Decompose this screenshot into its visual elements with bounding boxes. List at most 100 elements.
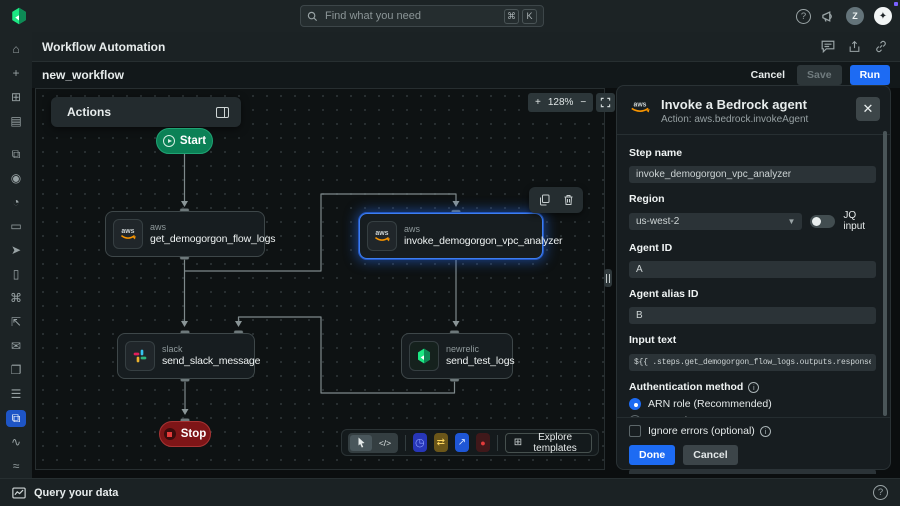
code-view-icon[interactable]: </> (374, 435, 396, 451)
sidebar-item-stacks-icon[interactable]: ☰ (6, 386, 26, 403)
svg-text:aws: aws (634, 102, 647, 109)
workflow-title: new_workflow (42, 68, 124, 82)
panel-scrollbar[interactable] (883, 131, 887, 416)
close-icon[interactable]: ✕ (856, 97, 880, 121)
node-service-label: aws (150, 222, 275, 233)
feedback-comment-icon[interactable] (821, 40, 835, 53)
node-service-label: aws (404, 224, 562, 235)
sidebar-item-dashboards-icon[interactable]: ◔ (6, 194, 26, 211)
panel-collapse-icon[interactable] (216, 107, 229, 118)
sidebar-item-alerts-icon[interactable]: ◉ (6, 170, 26, 187)
node-get-demogorgon-flow-logs[interactable]: aws aws get_demogorgon_flow_logs (105, 211, 265, 257)
step-name-input[interactable] (629, 166, 876, 183)
radio-selected-icon[interactable] (629, 398, 641, 410)
shortcut-k-key: K (522, 9, 537, 24)
record-icon[interactable]: ● (476, 433, 490, 452)
run-button[interactable]: Run (850, 65, 890, 85)
sidebar-item-apm-icon[interactable]: ➤ (6, 242, 26, 259)
ai-assistant-icon[interactable]: ✦ (874, 7, 892, 25)
sidebar-item-workflow-automation-icon[interactable]: ⧉ (6, 410, 26, 427)
sidebar-item-runbooks-icon[interactable]: ❐ (6, 362, 26, 379)
sidebar-item-apps-icon[interactable]: ⊞ (6, 89, 26, 106)
explore-templates-label: Explore templates (527, 432, 583, 454)
zoom-in-button[interactable]: + (535, 97, 541, 108)
search-icon (307, 11, 318, 22)
play-icon (163, 135, 175, 147)
copy-link-icon[interactable] (874, 40, 888, 53)
info-icon[interactable]: i (748, 382, 759, 393)
node-send-test-logs[interactable]: newrelic send_test_logs (401, 333, 513, 379)
sidebar-item-screenshots-icon[interactable]: ⧉ (6, 146, 26, 163)
help-icon[interactable]: ? (796, 9, 811, 24)
ignore-errors-row[interactable]: Ignore errors (optional) i (629, 425, 878, 437)
user-avatar[interactable]: Z (846, 7, 864, 25)
done-button[interactable]: Done (629, 445, 675, 465)
jq-input-toggle[interactable] (810, 215, 835, 228)
global-search[interactable]: ⌘ K (300, 5, 544, 27)
status-help-icon[interactable]: ? (873, 485, 888, 500)
start-node[interactable]: Start (156, 128, 213, 154)
toolbar-divider (405, 435, 406, 451)
sidebar-item-docs-icon[interactable]: ▤ (6, 113, 26, 130)
explore-templates-button[interactable]: ⊞ Explore templates (505, 433, 592, 453)
stop-node[interactable]: Stop (159, 421, 211, 447)
sidebar-item-add-icon[interactable]: + (6, 65, 26, 82)
node-service-label: newrelic (446, 344, 515, 355)
cancel-workflow-button[interactable]: Cancel (747, 65, 789, 85)
agent-id-input[interactable] (629, 261, 876, 278)
sidebar-item-activity-icon[interactable]: ∿ (6, 434, 26, 451)
step-config-panel: aws Invoke a Bedrock agent Action: aws.b… (616, 85, 891, 470)
feedback-megaphone-icon[interactable] (821, 10, 836, 23)
agent-id-label: Agent ID (629, 242, 876, 254)
step-name-label: Step name (629, 147, 876, 159)
sidebar-item-settings-icon[interactable]: ≈ (6, 458, 26, 475)
node-step-label: send_slack_message (162, 355, 260, 368)
sidebar-item-messages-icon[interactable]: ✉ (6, 338, 26, 355)
sidebar-item-command-center-icon[interactable]: ⌘ (6, 290, 26, 307)
region-label: Region (629, 193, 876, 205)
save-button[interactable]: Save (797, 65, 842, 85)
delete-node-icon[interactable] (563, 194, 574, 206)
schedule-trigger-icon[interactable]: ◷ (413, 433, 427, 452)
sidebar-item-mobile-icon[interactable]: ▯ (6, 266, 26, 283)
info-icon[interactable]: i (760, 426, 771, 437)
transform-icon[interactable]: ⇄ (434, 433, 448, 452)
fit-to-screen-button[interactable] (596, 93, 615, 112)
ignore-errors-checkbox[interactable] (629, 425, 641, 437)
auth-option-arn-role[interactable]: ARN role (Recommended) (629, 398, 876, 410)
sidebar-item-home-icon[interactable]: ⌂ (6, 41, 26, 58)
templates-grid-icon: ⊞ (514, 437, 522, 448)
input-text-input[interactable] (629, 354, 876, 371)
duplicate-node-icon[interactable] (539, 194, 550, 206)
chevron-down-icon: ▼ (787, 217, 795, 226)
stop-icon (164, 428, 176, 440)
panel-cancel-button[interactable]: Cancel (683, 445, 737, 465)
node-send-slack-message[interactable]: slack send_slack_message (117, 333, 255, 379)
zoom-out-button[interactable]: − (580, 97, 586, 108)
region-select[interactable]: us-west-2 ▼ (629, 213, 802, 230)
region-value: us-west-2 (636, 216, 679, 227)
sidebar-item-share-icon[interactable]: ⇱ (6, 314, 26, 331)
sidebar-item-browser-icon[interactable]: ▭ (6, 218, 26, 235)
page-title: Workflow Automation (42, 40, 165, 54)
role-arn-input[interactable] (629, 469, 876, 474)
left-sidebar: ⌂ + ⊞ ▤ ⧉ ◉ ◔ ▭ ➤ ▯ ⌘ ⇱ ✉ ❐ ☰ ⧉ ∿ ≈ (0, 32, 32, 478)
node-step-label: invoke_demogorgon_vpc_analyzer (404, 235, 562, 248)
select-tool-cursor-icon[interactable] (350, 435, 372, 451)
aws-icon: aws (367, 221, 397, 251)
ignore-errors-label: Ignore errors (optional) (648, 425, 755, 437)
newrelic-logo-icon[interactable] (10, 7, 28, 25)
export-icon[interactable] (848, 40, 861, 53)
search-input[interactable] (323, 9, 501, 23)
workflow-canvas[interactable]: Actions + 128% − Sta (35, 88, 605, 470)
actions-panel-title: Actions (67, 105, 111, 119)
auth-method-label: Authentication method (629, 381, 743, 393)
export-flow-icon[interactable]: ↗ (455, 433, 469, 452)
query-your-data-label[interactable]: Query your data (34, 487, 118, 499)
agent-alias-id-input[interactable] (629, 307, 876, 324)
panel-resize-handle[interactable] (604, 269, 612, 287)
svg-text:aws: aws (121, 228, 134, 235)
node-invoke-demogorgon-vpc-analyzer[interactable]: aws aws invoke_demogorgon_vpc_analyzer (359, 213, 543, 259)
newrelic-icon (409, 341, 439, 371)
node-step-label: get_demogorgon_flow_logs (150, 233, 275, 246)
